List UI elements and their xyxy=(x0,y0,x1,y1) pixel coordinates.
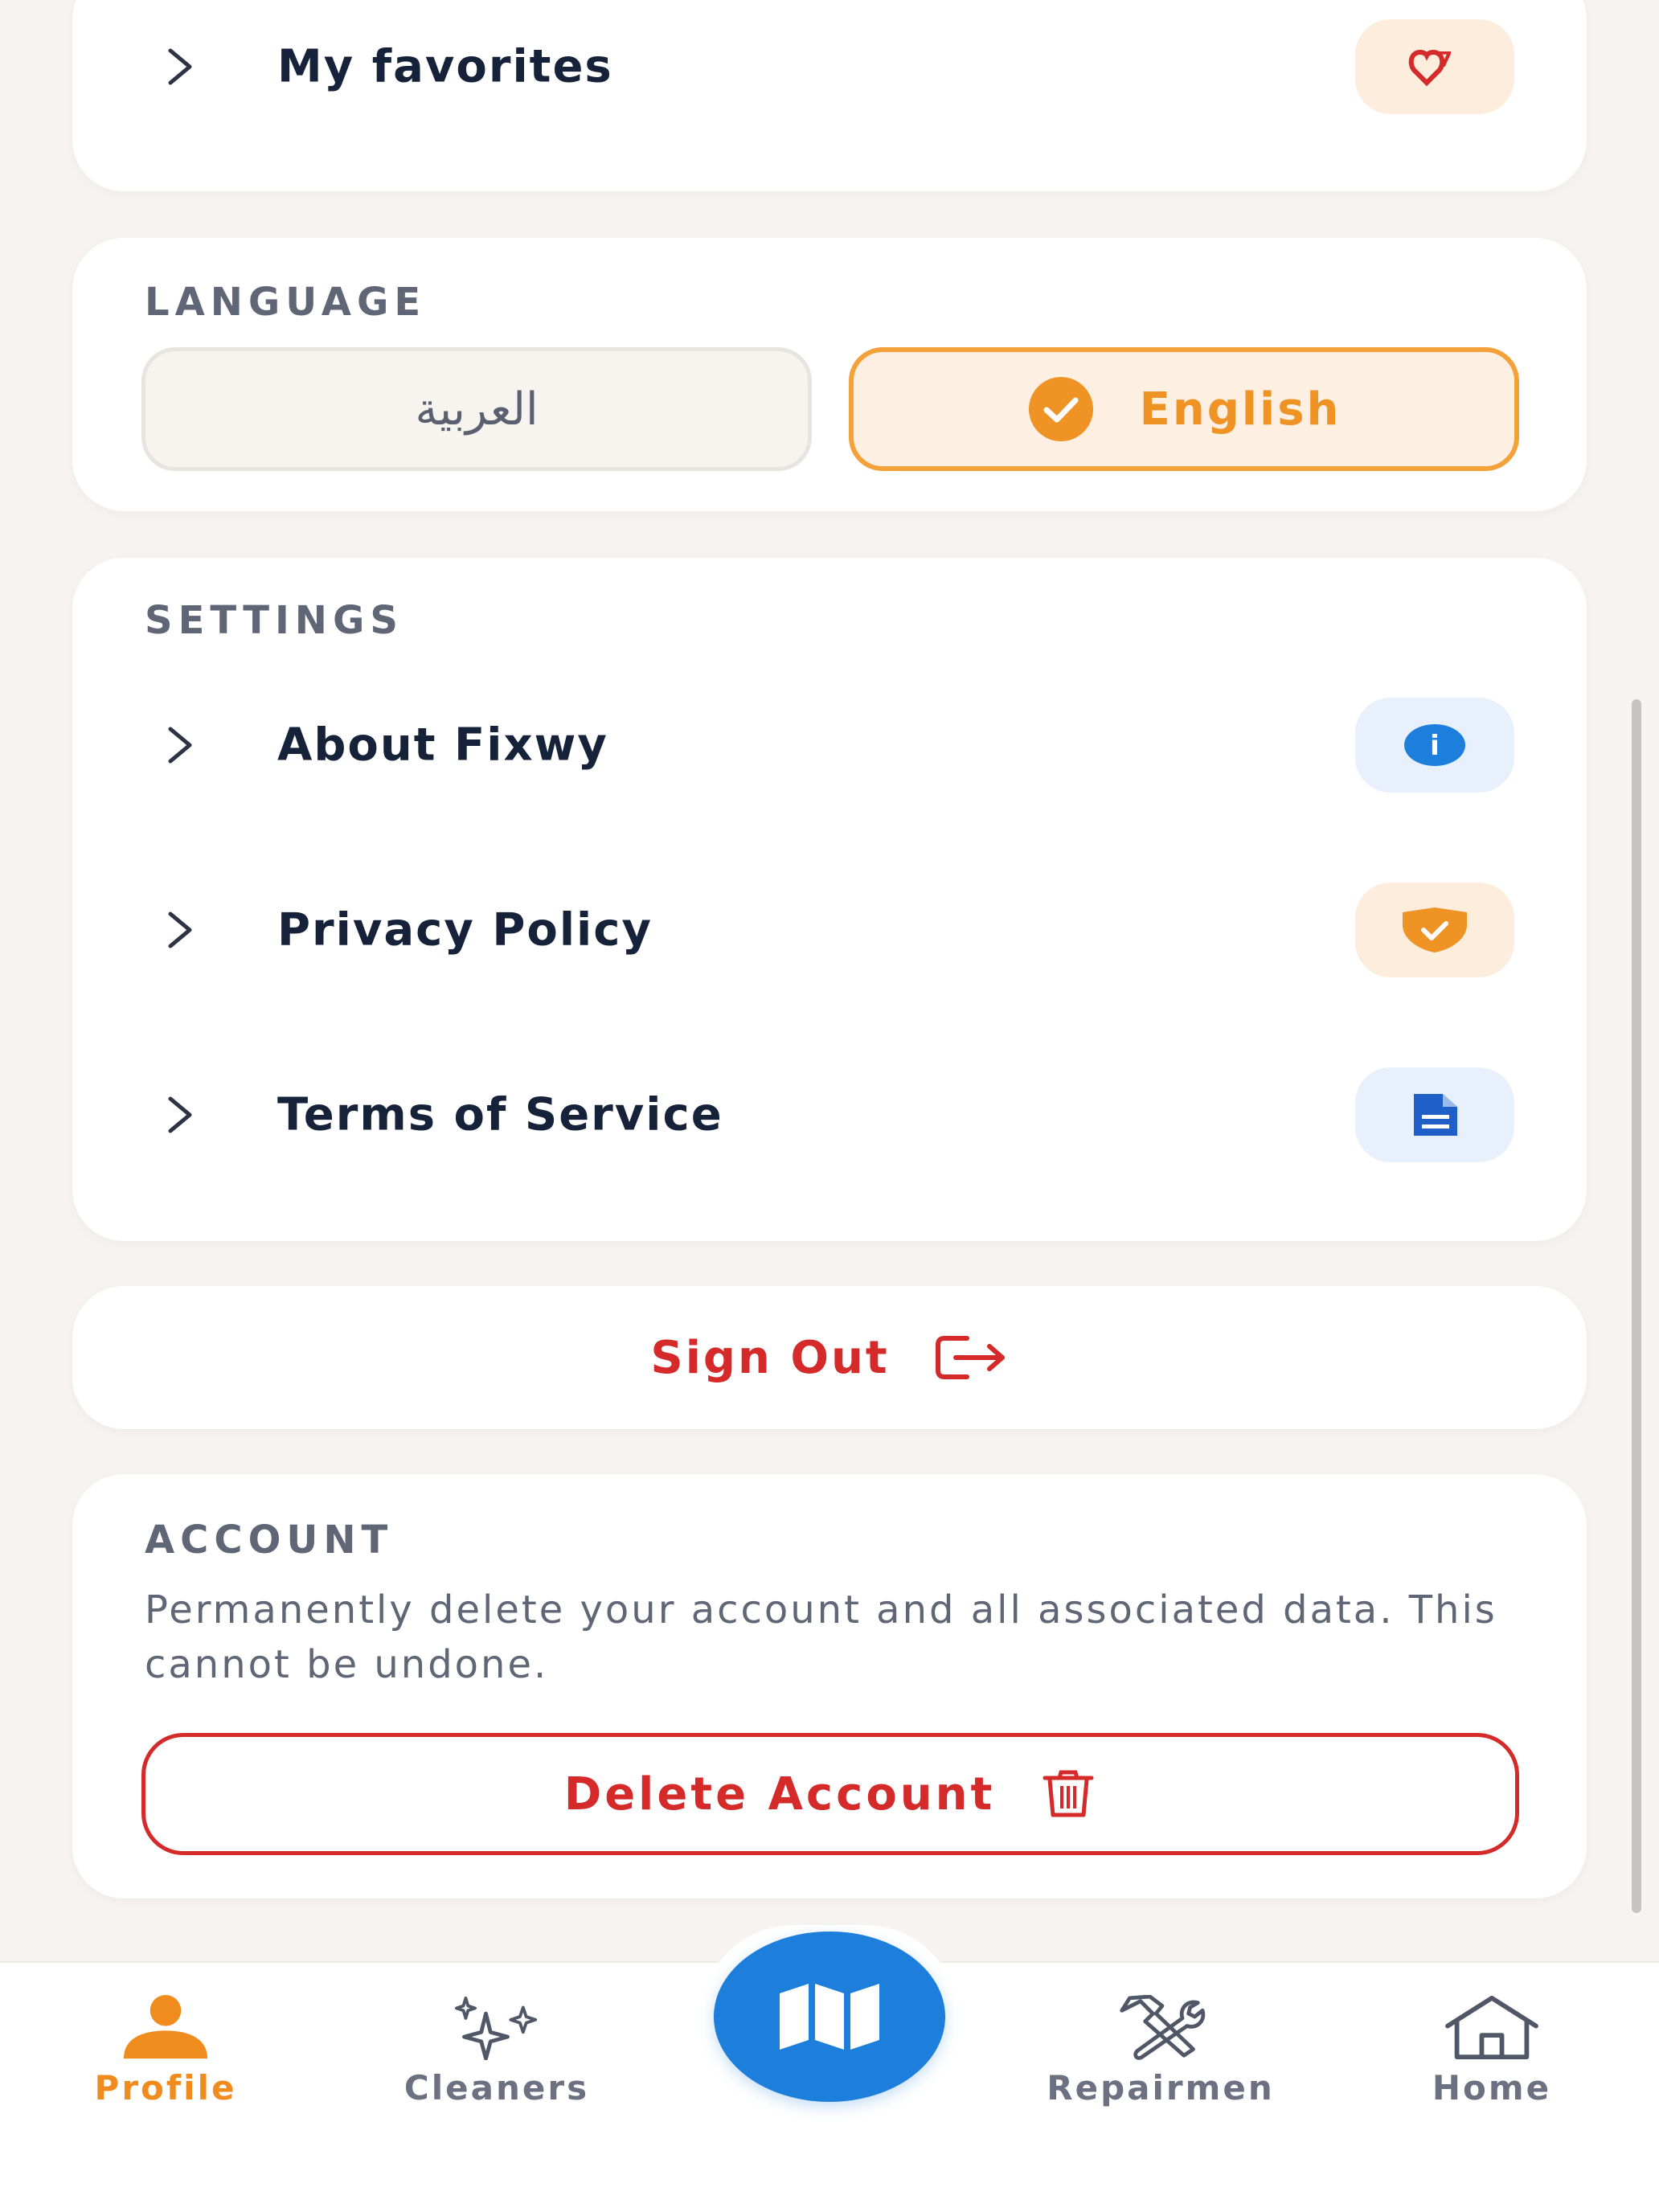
language-section-title: LANGUAGE xyxy=(145,280,427,325)
favorites-card: My favorites 7 xyxy=(72,0,1587,191)
scrollbar[interactable] xyxy=(1632,699,1641,1913)
nav-label: Profile xyxy=(94,2068,237,2108)
nav-repairmen[interactable]: Repairmen xyxy=(1024,1995,1297,2108)
heart-badge-icon: 7 xyxy=(1355,19,1514,114)
language-option-arabic[interactable]: العربية xyxy=(141,347,812,471)
svg-text:i: i xyxy=(1430,730,1440,762)
settings-item-label: Privacy Policy xyxy=(277,903,653,956)
language-option-english[interactable]: English xyxy=(849,347,1519,471)
map-button[interactable] xyxy=(714,1931,945,2102)
profile-screen: My favorites 7 LANGUAGE العربية English … xyxy=(0,0,1659,2212)
language-option-label: العربية xyxy=(415,383,539,436)
delete-account-button[interactable]: Delete Account xyxy=(141,1733,1519,1855)
tools-icon xyxy=(1120,1995,1206,2060)
favorites-row[interactable]: My favorites 7 xyxy=(72,6,1587,127)
account-description: Permanently delete your account and all … xyxy=(145,1587,1497,1687)
map-icon xyxy=(780,1984,879,2050)
chevron-right-icon xyxy=(168,48,192,85)
delete-account-label: Delete Account xyxy=(563,1768,996,1821)
settings-item-terms[interactable]: Terms of Service xyxy=(72,1055,1587,1175)
home-icon xyxy=(1445,1995,1538,2060)
account-section-title: ACCOUNT xyxy=(145,1518,394,1563)
favorites-label: My favorites xyxy=(277,40,613,93)
chevron-right-icon xyxy=(168,911,192,948)
sign-out-button[interactable]: Sign Out xyxy=(72,1286,1587,1429)
chevron-right-icon xyxy=(168,727,192,764)
settings-card: SETTINGS About Fixwy i Privacy Policy Te… xyxy=(72,558,1587,1241)
settings-item-label: About Fixwy xyxy=(277,719,608,772)
trash-icon xyxy=(1043,1770,1094,1817)
logout-icon xyxy=(935,1336,1005,1379)
settings-item-privacy[interactable]: Privacy Policy xyxy=(72,870,1587,990)
nav-profile[interactable]: Profile xyxy=(29,1995,302,2108)
language-card: LANGUAGE العربية English xyxy=(72,238,1587,511)
sign-out-label: Sign Out xyxy=(650,1331,890,1384)
settings-item-about[interactable]: About Fixwy i xyxy=(72,685,1587,805)
info-icon: i xyxy=(1355,698,1514,793)
account-card: ACCOUNT Permanently delete your account … xyxy=(72,1474,1587,1899)
nav-cleaners[interactable]: Cleaners xyxy=(360,1995,633,2108)
nav-label: Home xyxy=(1432,2068,1552,2108)
nav-label: Cleaners xyxy=(403,2068,590,2108)
language-option-label: English xyxy=(1139,383,1342,436)
settings-section-title: SETTINGS xyxy=(145,598,403,643)
settings-item-label: Terms of Service xyxy=(277,1088,723,1141)
user-icon xyxy=(123,1995,208,2059)
check-circle-icon xyxy=(1028,377,1093,441)
shield-check-icon xyxy=(1355,883,1514,977)
nav-home[interactable]: Home xyxy=(1355,1995,1628,2108)
document-icon xyxy=(1355,1067,1514,1162)
chevron-right-icon xyxy=(168,1096,192,1133)
sparkles-icon xyxy=(454,1996,538,2060)
nav-label: Repairmen xyxy=(1047,2068,1275,2108)
svg-text:7: 7 xyxy=(1438,48,1452,72)
